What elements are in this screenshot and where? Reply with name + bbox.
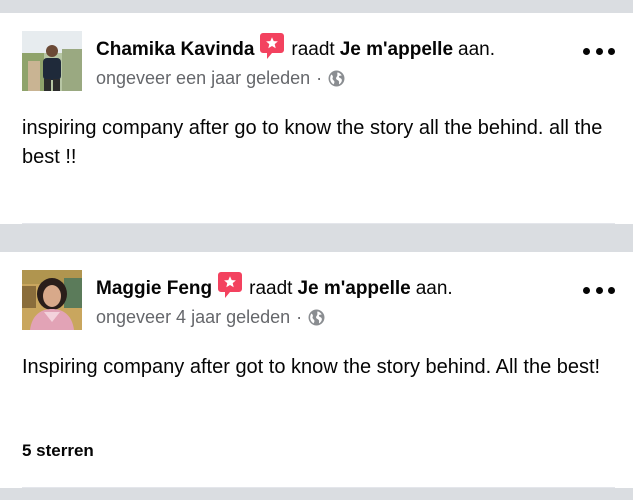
- avatar-photo: [22, 270, 82, 330]
- review-meta: ongeveer een jaar geleden ·: [96, 66, 345, 90]
- more-options-button[interactable]: [583, 280, 615, 300]
- divider: [22, 487, 615, 488]
- more-dot-icon: [595, 47, 603, 55]
- review-text: inspiring company after go to know the s…: [22, 117, 603, 168]
- review-timestamp[interactable]: ongeveer 4 jaar geleden: [96, 307, 290, 328]
- globe-icon: [328, 70, 345, 87]
- avatar[interactable]: [22, 31, 82, 91]
- review-meta: ongeveer 4 jaar geleden ·: [96, 305, 325, 329]
- recommend-suffix: aan.: [415, 278, 453, 299]
- divider: [22, 223, 615, 224]
- more-dot-icon: [583, 47, 590, 55]
- meta-separator: ·: [316, 67, 323, 88]
- more-dot-icon: [595, 286, 603, 294]
- review-card: Maggie Feng raadt Je m'appelle aan. onge…: [0, 252, 633, 488]
- recommend-suffix: aan.: [458, 39, 495, 60]
- page-name-link[interactable]: Je m'appelle: [297, 278, 410, 300]
- recommend-star-bubble-icon: [259, 32, 285, 60]
- review-header: Maggie Feng raadt Je m'appelle aan.: [96, 271, 453, 304]
- avatar[interactable]: [22, 270, 82, 330]
- more-dot-icon: [608, 47, 615, 55]
- meta-separator: ·: [296, 306, 303, 327]
- review-card: Chamika Kavinda raadt Je m'appelle aan. …: [0, 13, 633, 224]
- avatar-photo: [22, 31, 82, 91]
- star-rating: 5 sterren: [22, 441, 94, 460]
- recommend-verb: raadt: [291, 39, 335, 60]
- reviewer-name[interactable]: Chamika Kavinda: [96, 39, 254, 61]
- more-dot-icon: [608, 286, 615, 294]
- recommend-verb: raadt: [249, 278, 293, 299]
- page-name-link[interactable]: Je m'appelle: [340, 39, 453, 61]
- recommend-star-bubble-icon: [217, 271, 243, 299]
- review-header: Chamika Kavinda raadt Je m'appelle aan.: [96, 32, 495, 65]
- review-timestamp[interactable]: ongeveer een jaar geleden: [96, 68, 310, 89]
- more-dot-icon: [583, 286, 590, 294]
- review-text: Inspiring company after got to know the …: [22, 356, 601, 378]
- globe-icon: [308, 309, 325, 326]
- more-options-button[interactable]: [583, 41, 615, 61]
- reviewer-name[interactable]: Maggie Feng: [96, 278, 212, 300]
